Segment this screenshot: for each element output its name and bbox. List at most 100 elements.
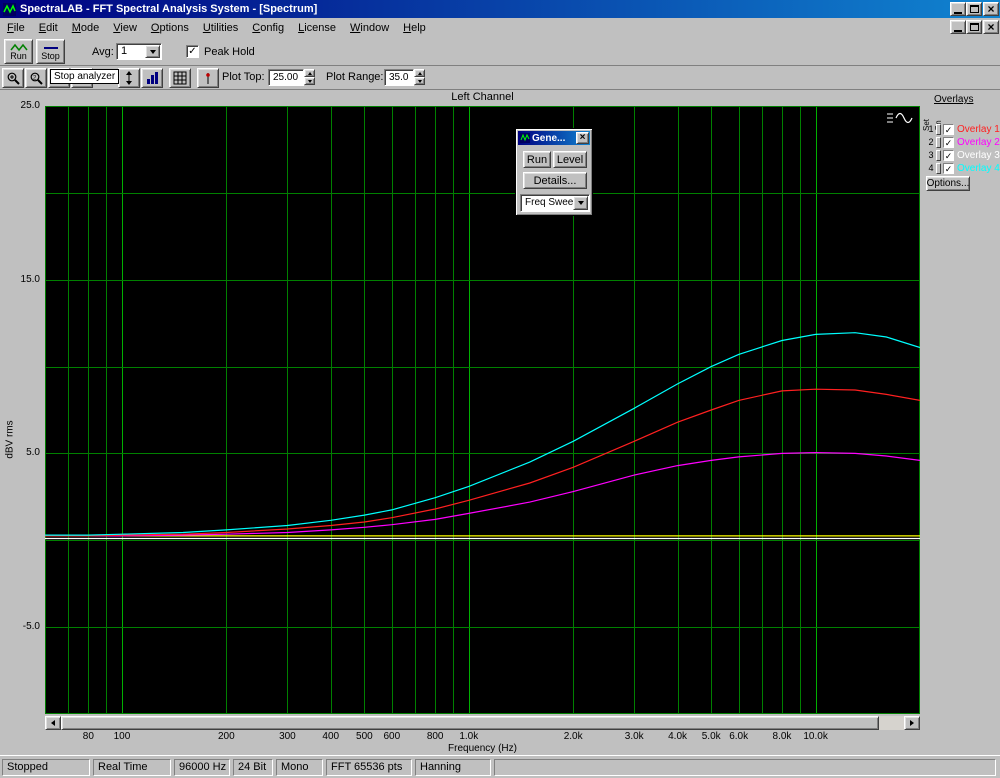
overlay-3-set-number[interactable]: 3 (927, 150, 935, 160)
overlay-4-set-button[interactable] (936, 163, 941, 174)
generator-level-button[interactable]: Level (553, 151, 587, 168)
overlay-2-set-button[interactable] (936, 137, 941, 148)
x-axis-label: Frequency (Hz) (448, 743, 517, 754)
menu-options[interactable]: Options (144, 20, 196, 36)
x-tick-400: 400 (322, 731, 340, 742)
generator-mode-dropdown-button[interactable] (573, 196, 588, 210)
x-tick-10.0k: 10.0k (803, 731, 828, 742)
overlay-row-4: 4 ✓ Overlay 4 (926, 163, 1000, 175)
overlay-row-3: 3 ✓ Overlay 3 (926, 150, 1000, 162)
generator-mode-value: Freq Sweep (525, 197, 579, 208)
x-tick-600: 600 (383, 731, 401, 742)
status-mono: Mono (276, 759, 323, 776)
menu-view[interactable]: View (106, 20, 144, 36)
avg-select[interactable]: 1 (116, 43, 162, 60)
plot-top-input[interactable]: 25.00 (268, 69, 304, 86)
generator-title-bar[interactable]: Gene... × (518, 131, 590, 145)
generator-close-button[interactable]: × (576, 132, 589, 144)
menu-items: File Edit Mode View Options Utilities Config Li… (0, 18, 433, 36)
y-tick-15.0: 15.0 (20, 273, 40, 285)
x-tick-1.0k: 1.0k (459, 731, 479, 742)
mdi-minimize-icon (954, 29, 962, 32)
plot-top-value: 25.00 (273, 72, 299, 83)
plot-range-spin-down[interactable] (414, 77, 425, 85)
plot-top-label: Plot Top: (222, 71, 265, 83)
avg-dropdown-button[interactable] (145, 45, 160, 58)
menu-help[interactable]: Help (396, 20, 433, 36)
avg-label: Avg: (92, 46, 114, 58)
peak-hold-label: Peak Hold (204, 46, 255, 58)
status-24-bit: 24 Bit (233, 759, 273, 776)
close-button[interactable]: × (983, 2, 999, 16)
grid-toggle-button[interactable] (169, 68, 191, 88)
overlay-3-on-checkbox[interactable]: ✓ (943, 150, 954, 161)
overlay-row-2: 2 ✓ Overlay 2 (926, 137, 1000, 149)
menu-edit[interactable]: Edit (32, 20, 65, 36)
scrollbar-thumb[interactable] (61, 716, 879, 730)
generator-run-button[interactable]: Run (523, 151, 551, 168)
plot-range-spin-up[interactable] (414, 69, 425, 77)
overlay-1-set-number[interactable]: 1 (927, 124, 935, 134)
menu-file[interactable]: File (0, 20, 32, 36)
menu-utilities[interactable]: Utilities (196, 20, 245, 36)
overlay-1-on-checkbox[interactable]: ✓ (943, 124, 954, 135)
x-axis-ticks: 80 100 200 300 400 500 600 800 1.0k 2.0k 3.0k 4.0k 5… (45, 731, 920, 743)
overlay-4-set-number[interactable]: 4 (927, 163, 935, 173)
plot-top-spin-up[interactable] (304, 69, 315, 77)
horizontal-scrollbar[interactable] (45, 716, 920, 730)
overlay-row-1: 1 ✓ Overlay 1 (926, 124, 1000, 136)
mdi-close-icon: × (987, 20, 995, 34)
menu-config[interactable]: Config (245, 20, 291, 36)
menu-mode[interactable]: Mode (65, 20, 107, 36)
generator-dialog-title: Gene... (532, 132, 566, 144)
status-fft-65536-pts: FFT 65536 pts (326, 759, 412, 776)
overlays-title: Overlays (934, 94, 974, 105)
mdi-restore-button[interactable] (966, 20, 982, 34)
menu-window[interactable]: Window (343, 20, 396, 36)
scroll-right-button[interactable] (904, 716, 920, 730)
overlay-3-label: Overlay 3 (957, 150, 1000, 161)
scroll-left-icon (51, 720, 55, 726)
autoscale-button[interactable] (118, 68, 140, 88)
overlay-4-label: Overlay 4 (957, 163, 1000, 174)
stop-button[interactable]: Stop (36, 39, 65, 64)
minimize-button[interactable] (950, 2, 966, 16)
zoom-in-button[interactable] (2, 68, 24, 88)
generator-mode-select[interactable]: Freq Sweep (520, 194, 590, 212)
chevron-down-icon (149, 49, 156, 54)
zoom-preset-button[interactable]: 2 (25, 68, 47, 88)
overlays-options-button[interactable]: Options... (926, 176, 970, 191)
toolbar-main: Run Stop Avg: 1 ✓ Peak Hold (0, 36, 1000, 66)
overlay-2-on-checkbox[interactable]: ✓ (943, 137, 954, 148)
mdi-restore-icon (969, 23, 979, 31)
generator-details-button[interactable]: Details... (523, 172, 587, 189)
menu-license[interactable]: License (291, 20, 343, 36)
histogram-icon (146, 71, 158, 84)
x-tick-8.0k: 8.0k (772, 731, 792, 742)
y-tick-25.0: 25.0 (20, 100, 40, 111)
maximize-icon (969, 5, 979, 13)
scroll-left-button[interactable] (45, 716, 61, 730)
spectrum-plot[interactable] (45, 106, 921, 714)
plot-range-input[interactable]: 35.0 (384, 69, 414, 86)
marker-button[interactable] (197, 68, 219, 88)
run-button[interactable]: Run (4, 39, 33, 64)
minimize-icon (954, 11, 962, 14)
run-button-label: Run (10, 50, 27, 61)
spectrum-view-button[interactable] (141, 68, 163, 88)
peak-hold-checkbox[interactable]: ✓ (186, 45, 199, 58)
plot-top-spinner (304, 69, 315, 85)
mdi-minimize-button[interactable] (950, 20, 966, 34)
overlay-2-set-number[interactable]: 2 (927, 137, 935, 147)
x-tick-2.0k: 2.0k (563, 731, 583, 742)
mdi-close-button[interactable]: × (983, 20, 999, 34)
overlay-4-on-checkbox[interactable]: ✓ (943, 163, 954, 174)
overlay-3-set-button[interactable] (936, 150, 941, 161)
stop-button-label: Stop (41, 50, 60, 61)
zoom-in-icon (7, 72, 20, 85)
plot-top-spin-down[interactable] (304, 77, 315, 85)
status-bar: Stopped Real Time 96000 Hz 24 Bit Mono FFT 65… (0, 755, 1000, 778)
overlay-1-set-button[interactable] (936, 124, 941, 135)
autoscale-icon (125, 70, 132, 85)
maximize-button[interactable] (966, 2, 982, 16)
